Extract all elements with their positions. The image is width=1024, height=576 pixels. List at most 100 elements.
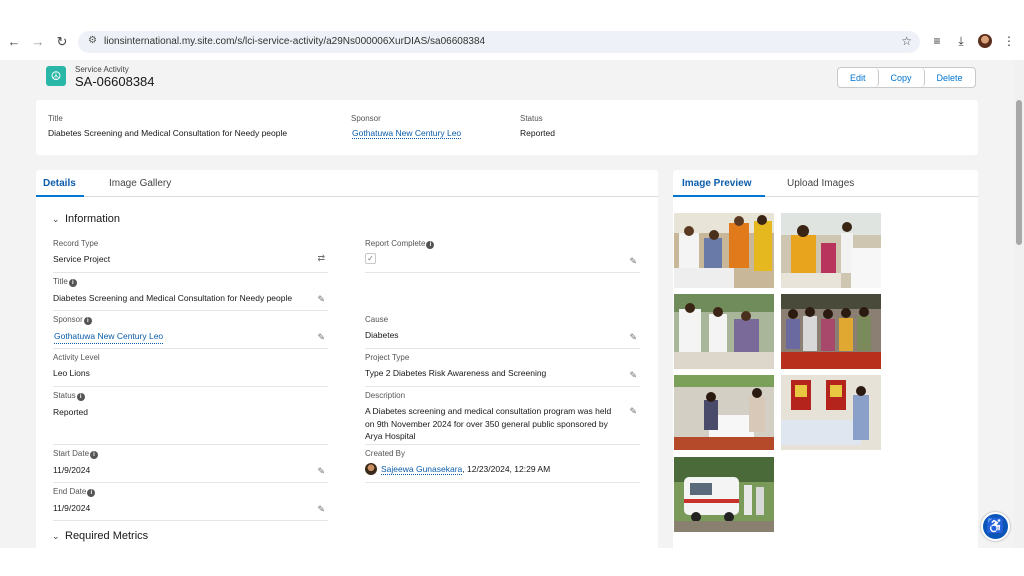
info-icon[interactable]: i: [87, 489, 96, 497]
change-record-type-icon[interactable]: ⇄: [317, 253, 325, 264]
field-label-text: Sponsor: [53, 315, 83, 324]
bottom-strip: [0, 548, 1024, 576]
reload-icon[interactable]: ↻: [54, 34, 70, 50]
report-complete-checkbox[interactable]: ✓: [365, 253, 376, 264]
field-label-text: Start Date: [53, 449, 90, 458]
image-tabs: Image Preview Upload Images: [673, 170, 978, 197]
image-thumbnail[interactable]: [674, 213, 774, 288]
field-value: Leo Lions: [53, 368, 90, 378]
download-icon[interactable]: ⤓: [953, 34, 969, 49]
address-bar[interactable]: ⚙ lionsinternational.my.site.com/s/lci-s…: [78, 31, 920, 53]
field-sponsor: Sponsor i Gothatuwa New Century Leo ✎: [53, 315, 328, 349]
image-thumbnail[interactable]: [781, 213, 881, 288]
image-thumbnail[interactable]: [781, 375, 881, 450]
highlight-status-value: Reported: [520, 128, 555, 138]
tab-image-gallery[interactable]: Image Gallery: [109, 178, 171, 189]
page-content: ☮ Service Activity SA-06608384 Edit Copy…: [0, 60, 1024, 548]
pencil-edit-icon[interactable]: ✎: [629, 406, 637, 417]
pencil-edit-icon[interactable]: ✎: [317, 504, 325, 515]
tab-image-preview[interactable]: Image Preview: [682, 178, 751, 189]
field-value: Reported: [53, 407, 88, 417]
page-scrollbar[interactable]: [1014, 60, 1024, 548]
highlight-title: Title Diabetes Screening and Medical Con…: [48, 114, 287, 138]
record-actions: Edit Copy Delete: [837, 67, 976, 88]
highlight-title-label: Title: [48, 114, 63, 123]
field-label-text: Report Complete: [365, 239, 426, 248]
field-value: Diabetes Screening and Medical Consultat…: [53, 293, 293, 303]
section-information[interactable]: ⌄ Information: [52, 213, 120, 225]
info-icon[interactable]: i: [426, 241, 435, 249]
accessibility-icon[interactable]: ♿: [981, 512, 1010, 541]
record-header: ☮ Service Activity SA-06608384 Edit Copy…: [36, 60, 978, 98]
field-label: Sponsor i: [53, 315, 328, 325]
tab-details[interactable]: Details: [43, 178, 76, 189]
field-end-date: End Date i 11/9/2024 ✎: [53, 487, 328, 521]
highlights-panel: Title Diabetes Screening and Medical Con…: [36, 100, 978, 155]
highlight-sponsor-label: Sponsor: [351, 114, 381, 123]
highlight-sponsor-link[interactable]: Gothatuwa New Century Leo: [352, 128, 462, 139]
created-by-timestamp: , 12/23/2024, 12:29 AM: [462, 464, 551, 474]
info-icon[interactable]: i: [68, 279, 77, 287]
copy-button[interactable]: Copy: [878, 68, 925, 87]
created-by-user-link[interactable]: Sajeewa Gunasekara: [381, 464, 463, 475]
record-title: SA-06608384: [75, 74, 155, 89]
field-value: A Diabetes screening and medical consult…: [365, 406, 612, 441]
media-controls-icon[interactable]: ≡: [929, 34, 945, 48]
delete-button[interactable]: Delete: [924, 68, 975, 87]
details-card: Details Image Gallery ⌄ Information Recor…: [36, 170, 658, 548]
info-icon[interactable]: i: [90, 451, 99, 459]
field-status: Status i Reported: [53, 391, 328, 445]
section-required-metrics[interactable]: ⌄ Required Metrics: [52, 530, 148, 542]
service-activity-icon: ☮: [46, 66, 66, 86]
field-label: Status i: [53, 391, 328, 401]
bookmark-star-icon[interactable]: ☆: [901, 34, 912, 48]
highlight-status-label: Status: [520, 114, 543, 123]
forward-arrow-icon[interactable]: →: [30, 34, 46, 50]
browser-toolbar: ← → ↻ ⚙ lionsinternational.my.site.com/s…: [0, 24, 1024, 60]
active-tab-indicator: [36, 195, 84, 197]
pencil-edit-icon[interactable]: ✎: [317, 466, 325, 477]
field-label: Cause: [365, 315, 389, 324]
field-label: Report Complete i: [365, 239, 640, 249]
tab-upload-images[interactable]: Upload Images: [787, 178, 854, 189]
user-avatar: [365, 463, 377, 475]
field-label-text: End Date: [53, 487, 87, 496]
url-text[interactable]: lionsinternational.my.site.com/s/lci-ser…: [104, 36, 485, 47]
field-label: End Date i: [53, 487, 328, 497]
profile-avatar[interactable]: [978, 34, 992, 48]
site-info-icon[interactable]: ⚙: [88, 35, 97, 46]
field-label: Project Type: [365, 353, 410, 362]
field-label: Title i: [53, 277, 328, 287]
field-description: Description A Diabetes screening and med…: [365, 391, 640, 445]
image-thumbnail[interactable]: [781, 294, 881, 369]
highlight-status: Status Reported: [520, 114, 555, 138]
field-value: 11/9/2024: [53, 503, 91, 513]
image-thumbnail[interactable]: [674, 375, 774, 450]
sponsor-link[interactable]: Gothatuwa New Century Leo: [54, 330, 164, 344]
section-required-metrics-title: Required Metrics: [65, 530, 149, 542]
field-label: Description: [365, 391, 406, 400]
image-thumbnail[interactable]: [674, 294, 774, 369]
field-label-text: Status: [53, 391, 76, 400]
info-icon[interactable]: i: [83, 317, 92, 325]
pencil-edit-icon[interactable]: ✎: [629, 370, 637, 381]
info-icon[interactable]: i: [76, 393, 85, 401]
object-type-label: Service Activity: [75, 65, 129, 74]
field-value: Type 2 Diabetes Risk Awareness and Scree…: [365, 368, 547, 378]
pencil-edit-icon[interactable]: ✎: [629, 256, 637, 267]
field-report-complete: Report Complete i ✓ ✎: [365, 239, 640, 273]
scrollbar-thumb[interactable]: [1016, 100, 1022, 245]
menu-kebab-icon[interactable]: ⋮: [1001, 34, 1017, 48]
field-label-text: Title: [53, 277, 68, 286]
edit-button[interactable]: Edit: [838, 68, 879, 87]
field-cause: Cause Diabetes ✎: [365, 315, 640, 349]
highlight-sponsor: Sponsor Gothatuwa New Century Leo: [351, 114, 462, 139]
pencil-edit-icon[interactable]: ✎: [317, 332, 325, 343]
chevron-down-icon: ⌄: [52, 214, 60, 224]
field-value: Service Project: [53, 254, 111, 264]
back-arrow-icon[interactable]: ←: [6, 34, 22, 50]
image-thumbnail[interactable]: [674, 457, 774, 532]
section-information-title: Information: [65, 213, 121, 225]
pencil-edit-icon[interactable]: ✎: [317, 294, 325, 305]
pencil-edit-icon[interactable]: ✎: [629, 332, 637, 343]
